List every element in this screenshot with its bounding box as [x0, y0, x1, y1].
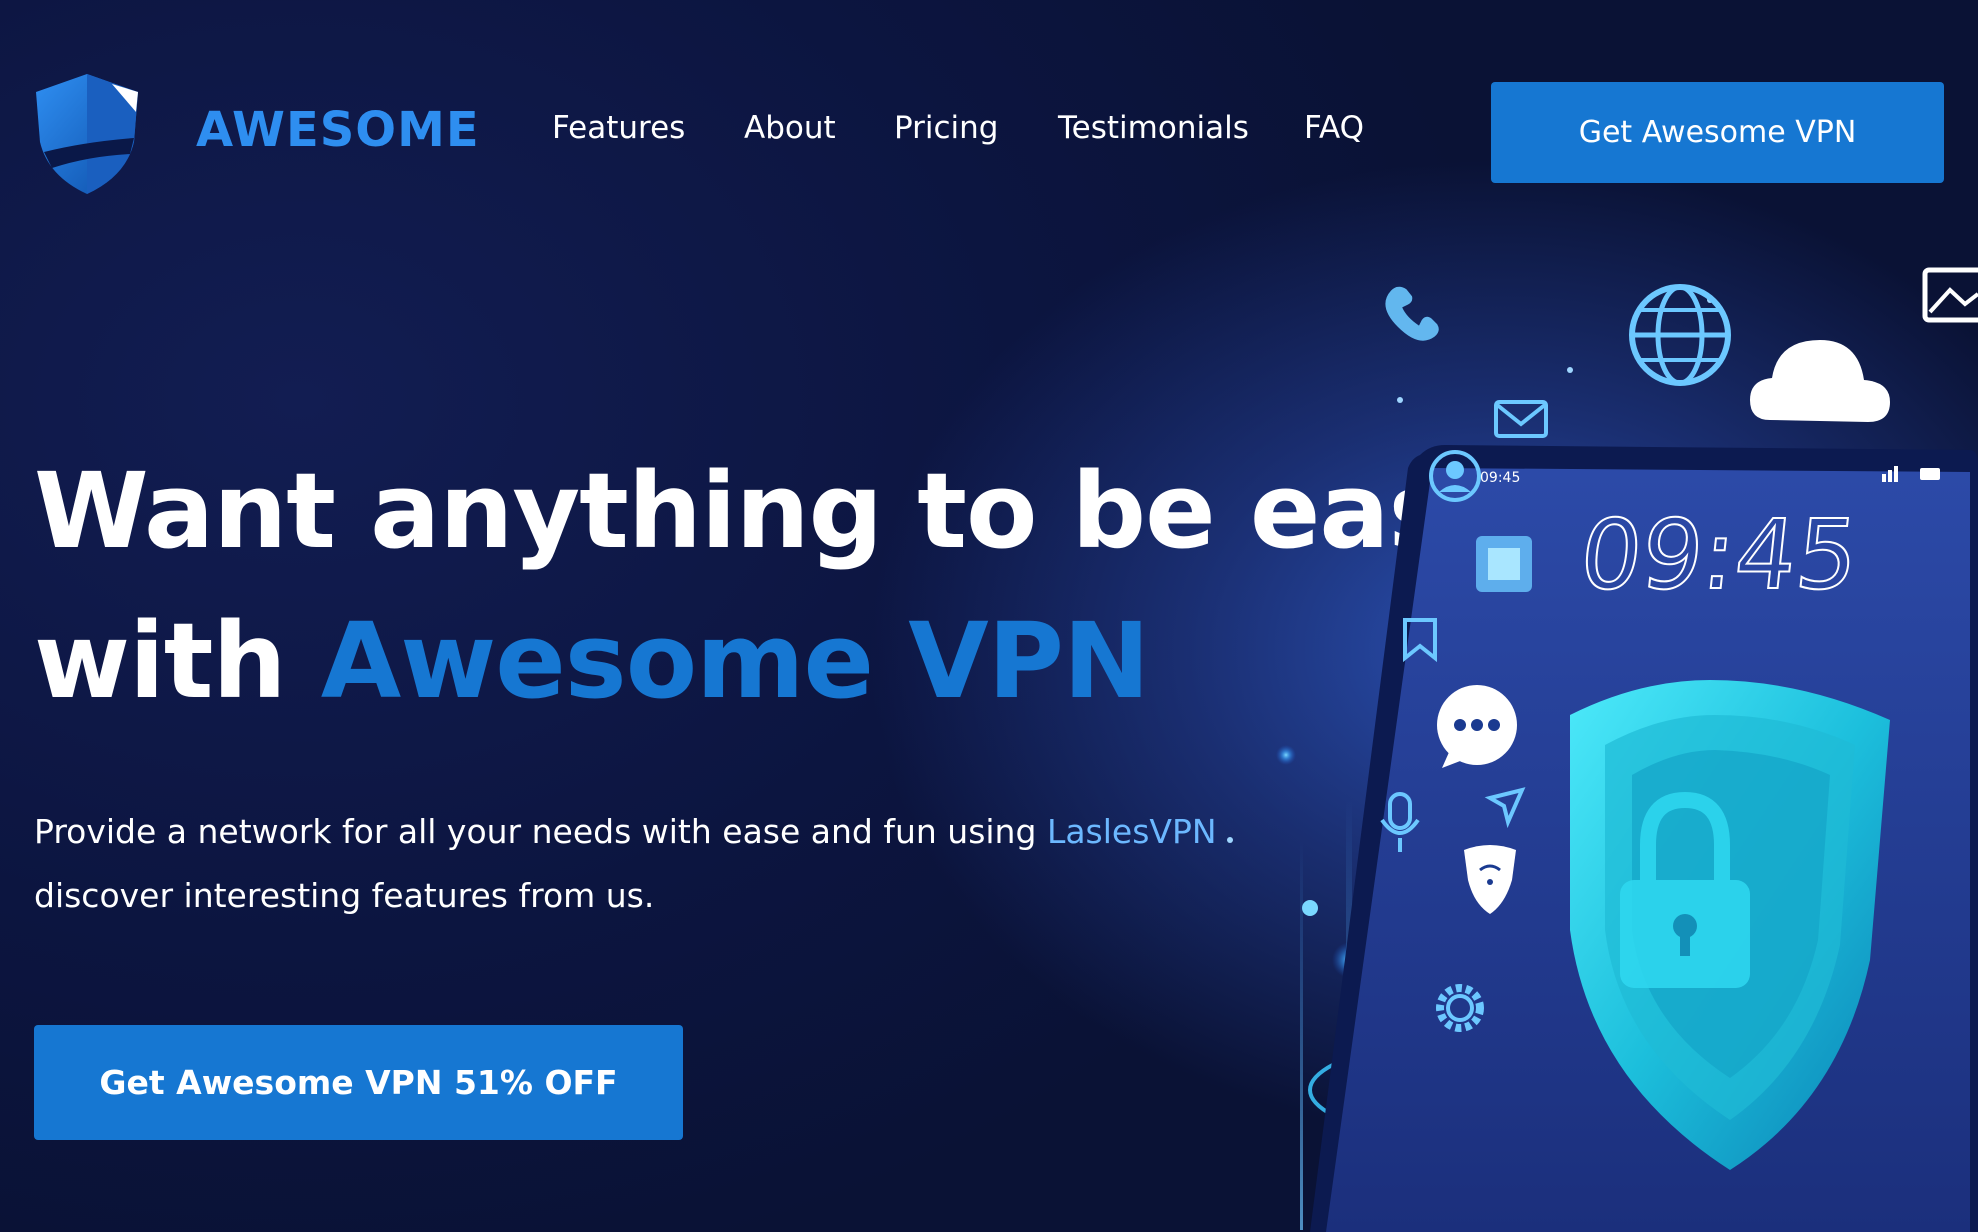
phone-clock: 09:45 — [1575, 499, 1863, 611]
hero-illustration: 09:45 09:45 — [1227, 267, 1978, 1232]
brand-name[interactable]: AWESOME — [196, 102, 480, 158]
cloud-icon — [1750, 340, 1890, 422]
nav-pricing[interactable]: Pricing — [894, 110, 999, 146]
phone-status-time: 09:45 — [1480, 470, 1520, 486]
phone-icon — [1385, 286, 1439, 341]
nav-features[interactable]: Features — [552, 110, 685, 146]
discount-cta-button[interactable]: Get Awesome VPN 51% OFF — [34, 1025, 683, 1140]
subtitle-text-1: Provide a network for all your needs wit… — [34, 812, 1037, 851]
get-vpn-button[interactable]: Get Awesome VPN — [1491, 82, 1944, 183]
nav-about[interactable]: About — [744, 110, 836, 146]
nav-testimonials[interactable]: Testimonials — [1058, 110, 1249, 146]
globe-icon — [1629, 284, 1731, 386]
nav-faq[interactable]: FAQ — [1304, 110, 1364, 146]
hero-title-line2: with Awesome VPN — [34, 600, 1150, 722]
hero-subtitle: Provide a network for all your needs wit… — [34, 800, 1314, 928]
chip-icon — [1476, 536, 1532, 592]
hero-title-prefix: with — [34, 600, 286, 722]
subtitle-text-2: discover interesting features from us. — [34, 876, 655, 915]
shield-logo-icon — [36, 74, 138, 194]
image-icon — [1922, 267, 1978, 323]
mail-icon — [1494, 400, 1548, 438]
hero-title-accent: Awesome VPN — [320, 600, 1150, 722]
